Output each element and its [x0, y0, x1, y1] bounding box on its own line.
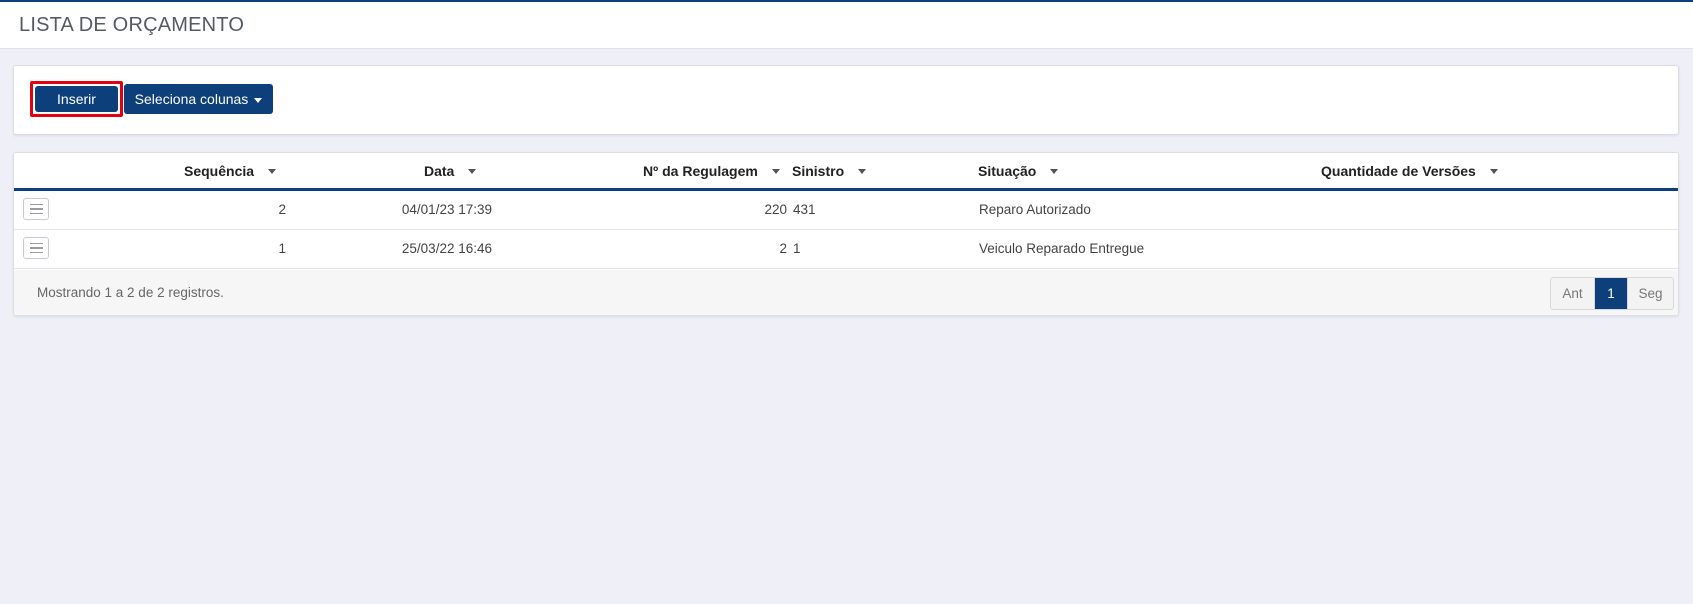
insert-button[interactable]: Inserir [35, 86, 118, 112]
page-title: LISTA DE ORÇAMENTO [19, 14, 245, 36]
column-header-label: Quantidade de Versões [1321, 163, 1476, 179]
sort-caret-icon[interactable] [1050, 168, 1059, 174]
select-columns-button[interactable]: Seleciona colunas [124, 84, 273, 114]
cell-situacao: Reparo Autorizado [979, 202, 1091, 217]
sort-caret-icon[interactable] [858, 168, 867, 174]
row-menu-icon[interactable] [23, 198, 49, 220]
sort-caret-icon[interactable] [468, 168, 477, 174]
pagination-page-1[interactable]: 1 [1595, 278, 1627, 309]
data-table: Sequência Data Nº da Regulagem Sinistro … [13, 152, 1679, 316]
caret-down-icon [254, 97, 263, 103]
column-header-label: Situação [978, 163, 1037, 179]
pagination: Ant 1 Seg [1550, 277, 1674, 310]
records-info: Mostrando 1 a 2 de 2 registros. [37, 285, 224, 300]
cell-sequencia: 2 [278, 202, 286, 217]
toolbar: Inserir Seleciona colunas [13, 65, 1679, 135]
cell-sinistro: 1 [793, 241, 801, 256]
table-row[interactable]: 2 04/01/23 17:39 220 431 Reparo Autoriza… [14, 191, 1678, 230]
cell-sinistro: 431 [793, 202, 816, 217]
row-menu-icon[interactable] [23, 237, 49, 259]
cell-data: 25/03/22 16:46 [401, 241, 492, 256]
column-header-label: Sinistro [792, 163, 845, 179]
cell-regulagem: 2 [779, 241, 787, 256]
cell-sequencia: 1 [278, 241, 286, 256]
column-header-label: Data [424, 163, 455, 179]
column-header-data[interactable]: Data [424, 163, 477, 179]
table-footer: Mostrando 1 a 2 de 2 registros. Ant 1 Se… [14, 270, 1678, 315]
pagination-next-button[interactable]: Seg [1627, 278, 1673, 309]
table-row[interactable]: 1 25/03/22 16:46 2 1 Veiculo Reparado En… [14, 230, 1678, 269]
page-header: LISTA DE ORÇAMENTO [0, 2, 1693, 49]
pagination-prev-button[interactable]: Ant [1551, 278, 1595, 309]
sort-caret-icon[interactable] [268, 168, 277, 174]
sort-caret-icon[interactable] [1489, 168, 1498, 174]
column-header-regulagem[interactable]: Nº da Regulagem [643, 163, 780, 179]
insert-button-highlight: Inserir [30, 81, 123, 117]
column-header-label: Sequência [184, 163, 255, 179]
table-header: Sequência Data Nº da Regulagem Sinistro … [14, 153, 1678, 191]
column-header-label: Nº da Regulagem [643, 163, 758, 179]
select-columns-label: Seleciona colunas [134, 91, 249, 107]
column-header-sinistro[interactable]: Sinistro [792, 163, 867, 179]
sort-caret-icon[interactable] [771, 168, 780, 174]
cell-regulagem: 220 [764, 202, 787, 217]
cell-data: 04/01/23 17:39 [401, 202, 492, 217]
column-header-sequencia[interactable]: Sequência [184, 163, 277, 179]
column-header-situacao[interactable]: Situação [978, 163, 1059, 179]
cell-situacao: Veiculo Reparado Entregue [979, 241, 1145, 256]
column-header-versoes[interactable]: Quantidade de Versões [1321, 163, 1498, 179]
